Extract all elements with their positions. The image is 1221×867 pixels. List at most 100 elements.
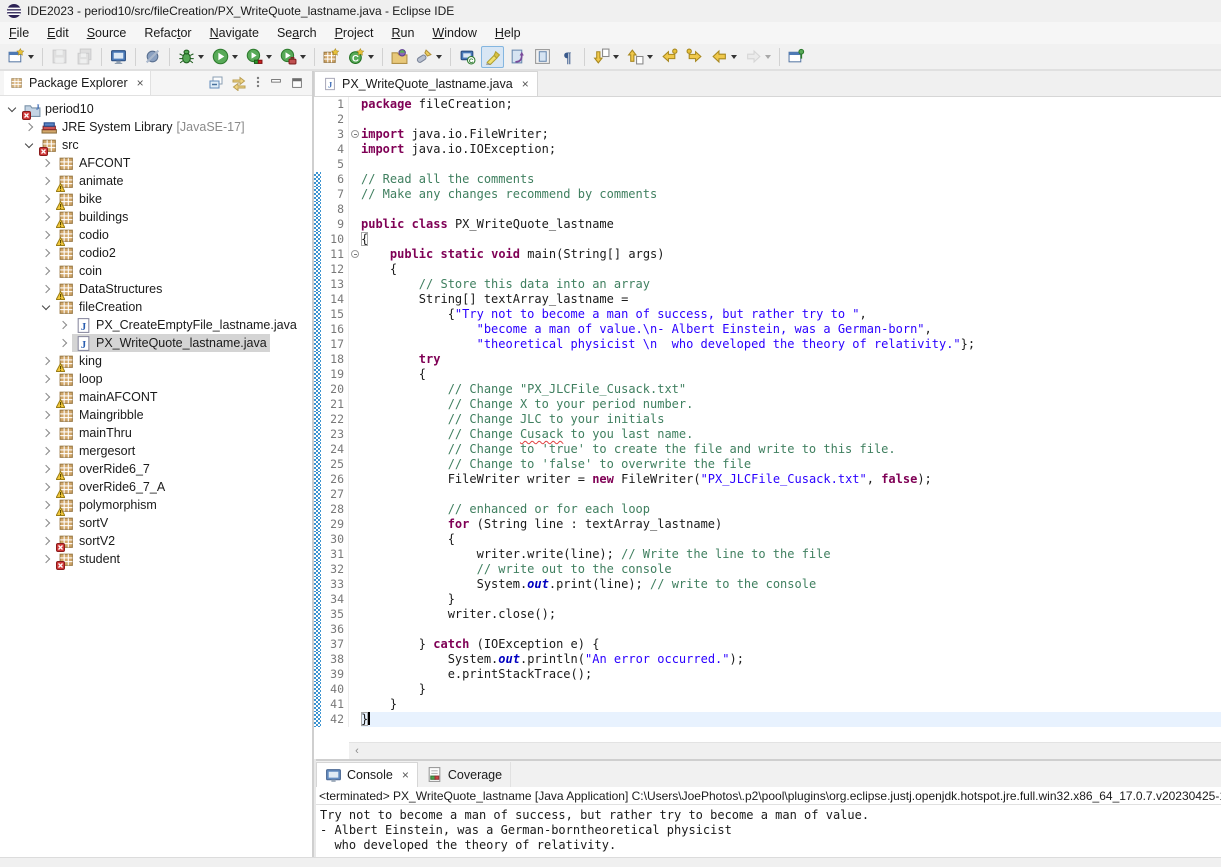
line-number[interactable]: 22 [321,412,348,427]
line-number[interactable]: 3 [321,127,348,142]
tree-item-px-createemptyfile-lastname-java[interactable]: JPX_CreateEmptyFile_lastname.java [0,316,312,334]
code-line-text[interactable] [361,202,1221,217]
code-line-text[interactable]: FileWriter writer = new FileWriter("PX_J… [361,472,1221,487]
line-number[interactable]: 33 [321,577,348,592]
open-console-button[interactable] [107,46,130,68]
tree-item-label-area[interactable]: Maingribble [55,406,147,424]
dropdown-arrow-icon[interactable] [232,55,238,59]
line-number[interactable]: 37 [321,637,348,652]
expand-chevron-icon[interactable] [42,285,50,293]
tree-item-label-area[interactable]: fileCreation [55,298,145,316]
new-wizard-button[interactable] [5,46,37,68]
expand-chevron-icon[interactable] [42,447,50,455]
pin-editor-button[interactable] [785,46,808,68]
line-number[interactable]: 35 [321,607,348,622]
back-button[interactable] [708,46,740,68]
show-source-range-button[interactable] [531,46,554,68]
expand-chevron-icon[interactable] [42,249,50,257]
minimize-icon[interactable] [269,76,283,90]
tree-item-mainthru[interactable]: mainThru [0,424,312,442]
package-explorer-tab[interactable]: Package Explorer [4,71,151,95]
line-number[interactable]: 18 [321,352,348,367]
code-line-text[interactable]: // write out to the console [361,562,1221,577]
last-edit-location-button[interactable] [658,46,681,68]
tree-item-label-area[interactable]: coin [55,262,105,280]
tree-item-label-area[interactable]: mainAFCONT [55,388,160,406]
dropdown-arrow-icon[interactable] [765,55,771,59]
tree-item-label-area[interactable]: overRide6_7 [55,460,153,478]
expand-chevron-icon[interactable] [42,483,50,491]
line-number[interactable]: 25 [321,457,348,472]
code-line-text[interactable]: package fileCreation; [361,97,1221,112]
tree-item-label-area[interactable]: JPX_WriteQuote_lastname.java [72,334,270,352]
expand-chevron-icon[interactable] [42,159,50,167]
code-line-text[interactable]: // Change X to your period number. [361,397,1221,412]
tree-item-loop[interactable]: loop [0,370,312,388]
tab-console[interactable]: Console [316,762,418,787]
collapse-chevron-icon[interactable] [8,103,16,111]
line-number[interactable]: 31 [321,547,348,562]
tree-item-override6-7[interactable]: overRide6_7 [0,460,312,478]
tree-item-label-area[interactable]: buildings [55,208,131,226]
expand-chevron-icon[interactable] [42,393,50,401]
tree-item-datastructures[interactable]: DataStructures [0,280,312,298]
tree-item-jre-system-library[interactable]: JRE System Library[JavaSE-17] [0,118,312,136]
line-number[interactable]: 26 [321,472,348,487]
collapse-region-icon[interactable] [351,250,359,258]
expand-chevron-icon[interactable] [59,321,67,329]
code-line-text[interactable]: // Store this data into an array [361,277,1221,292]
line-number[interactable]: 36 [321,622,348,637]
line-number[interactable]: 14 [321,292,348,307]
dropdown-arrow-icon[interactable] [198,55,204,59]
code-line-text[interactable] [361,157,1221,172]
code-line-text[interactable]: import java.io.FileWriter; [361,127,1221,142]
expand-chevron-icon[interactable] [42,465,50,473]
expand-chevron-icon[interactable] [42,519,50,527]
expand-chevron-icon[interactable] [42,195,50,203]
tree-item-label-area[interactable]: JPX_CreateEmptyFile_lastname.java [72,316,300,334]
line-number[interactable]: 40 [321,682,348,697]
code-line-text[interactable] [361,487,1221,502]
code-line-text[interactable]: "become a man of value.\n- Albert Einste… [361,322,1221,337]
tree-item-codio2[interactable]: codio2 [0,244,312,262]
dropdown-arrow-icon[interactable] [647,55,653,59]
tree-item-king[interactable]: king [0,352,312,370]
maximize-icon[interactable] [290,76,304,90]
line-number[interactable]: 5 [321,157,348,172]
tree-item-override6-7-a[interactable]: overRide6_7_A [0,478,312,496]
collapse-region-icon[interactable] [351,130,359,138]
code-line-text[interactable]: public static void main(String[] args) [361,247,1221,262]
line-number[interactable]: 7 [321,187,348,202]
line-number[interactable]: 2 [321,112,348,127]
code-line-text[interactable]: System.out.println("An error occurred.")… [361,652,1221,667]
line-number[interactable]: 20 [321,382,348,397]
dropdown-arrow-icon[interactable] [613,55,619,59]
code-line-text[interactable] [361,112,1221,127]
code-line-text[interactable]: System.out.print(line); // write to the … [361,577,1221,592]
expand-chevron-icon[interactable] [42,555,50,563]
line-number[interactable]: 1 [321,97,348,112]
tree-item-coin[interactable]: coin [0,262,312,280]
next-annotation-button[interactable] [590,46,622,68]
menu-navigate[interactable]: Navigate [201,24,268,42]
tree-item-label-area[interactable]: sortV [55,514,111,532]
line-number[interactable]: 8 [321,202,348,217]
menu-run[interactable]: Run [382,24,423,42]
tab-coverage[interactable]: Coverage [418,762,511,787]
close-icon[interactable] [522,77,529,91]
close-icon[interactable] [137,76,144,90]
line-number[interactable]: 21 [321,397,348,412]
code-editor[interactable]: 1 package fileCreation; 23 import java.io.F… [314,97,1221,759]
line-number[interactable]: 29 [321,517,348,532]
tree-item-label-area[interactable]: loop [55,370,106,388]
line-number[interactable]: 32 [321,562,348,577]
line-number[interactable]: 10 [321,232,348,247]
expand-chevron-icon[interactable] [42,357,50,365]
link-with-editor-icon[interactable] [231,75,247,91]
menu-file[interactable]: File [0,24,38,42]
scroll-left-icon[interactable]: ‹ [349,745,365,757]
line-number[interactable]: 19 [321,367,348,382]
code-line-text[interactable]: "theoretical physicist \n who developed … [361,337,1221,352]
tree-item-label-area[interactable]: mainThru [55,424,135,442]
close-icon[interactable] [402,768,409,782]
